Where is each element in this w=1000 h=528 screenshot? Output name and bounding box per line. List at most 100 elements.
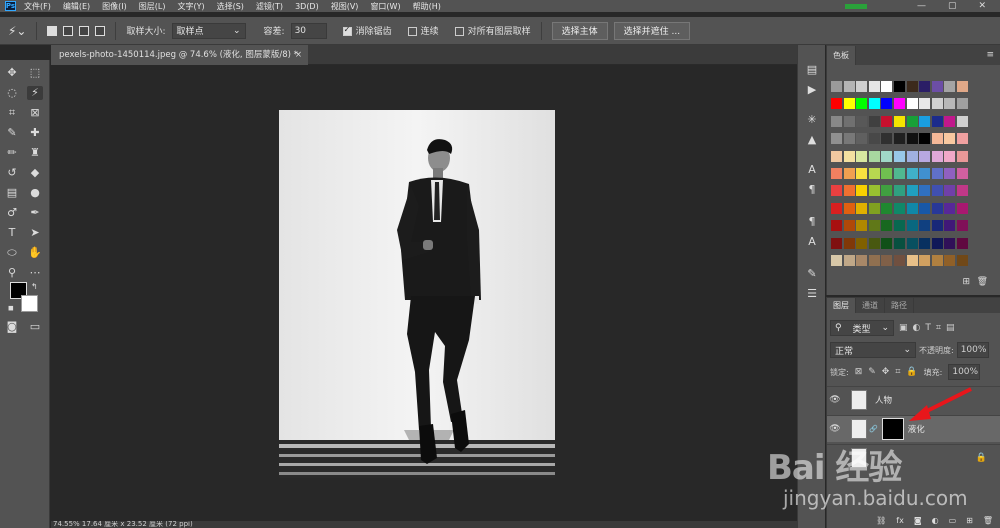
lasso-tool-icon[interactable]: ◌ bbox=[4, 86, 20, 100]
color-swatch[interactable] bbox=[831, 202, 842, 214]
color-swatch[interactable] bbox=[931, 185, 943, 197]
color-swatch[interactable] bbox=[957, 220, 968, 232]
color-swatch[interactable] bbox=[868, 115, 880, 127]
brush-tool-icon[interactable]: ✏ bbox=[4, 146, 20, 160]
color-swatch[interactable] bbox=[856, 98, 868, 110]
lock-position-icon[interactable]: ✥ bbox=[882, 367, 890, 377]
color-swatch[interactable] bbox=[894, 185, 905, 197]
color-swatch[interactable] bbox=[957, 98, 968, 110]
blend-mode-select[interactable]: 正常 ⌄ bbox=[830, 342, 916, 358]
color-swatch[interactable] bbox=[881, 81, 893, 92]
history-brush-icon[interactable]: ↺ bbox=[4, 166, 20, 180]
character-style-icon[interactable]: A bbox=[804, 235, 820, 249]
paragraph-style-icon[interactable]: ¶ bbox=[804, 215, 820, 229]
color-swatch[interactable] bbox=[881, 185, 893, 197]
sample-size-select[interactable]: 取样点 ⌄ bbox=[171, 22, 246, 39]
color-swatch[interactable] bbox=[919, 237, 931, 249]
filter-smart-icon[interactable]: ▤ bbox=[946, 323, 955, 333]
color-swatch[interactable] bbox=[957, 255, 968, 266]
close-tab-icon[interactable]: × bbox=[295, 45, 302, 65]
color-swatch[interactable] bbox=[856, 115, 868, 127]
color-swatch[interactable] bbox=[843, 220, 855, 232]
eye-icon[interactable]: 👁 bbox=[827, 395, 843, 405]
color-swatch[interactable] bbox=[894, 81, 905, 92]
color-swatch[interactable] bbox=[944, 220, 956, 232]
zoom-tool-icon[interactable]: ⚲ bbox=[4, 266, 20, 280]
color-swatch[interactable] bbox=[831, 81, 842, 92]
minimize-button[interactable]: — bbox=[917, 1, 926, 11]
eraser-tool-icon[interactable]: ◆ bbox=[27, 166, 43, 180]
color-swatch[interactable] bbox=[919, 255, 931, 266]
color-swatch[interactable] bbox=[843, 98, 855, 110]
blur-tool-icon[interactable]: ● bbox=[27, 186, 43, 200]
color-swatch[interactable] bbox=[843, 185, 855, 197]
color-swatch[interactable] bbox=[919, 220, 931, 232]
color-swatch[interactable] bbox=[894, 115, 905, 127]
color-swatch[interactable] bbox=[868, 150, 880, 162]
color-swatch[interactable] bbox=[894, 168, 905, 179]
color-swatch[interactable] bbox=[894, 237, 905, 249]
color-swatch[interactable] bbox=[944, 202, 956, 214]
marquee-tool-icon[interactable]: ⬚ bbox=[27, 66, 43, 80]
color-swatch[interactable] bbox=[906, 168, 918, 179]
delete-swatch-icon[interactable]: 🗑 bbox=[977, 277, 988, 287]
link-icon[interactable]: 🔗 bbox=[869, 425, 878, 433]
color-swatch[interactable] bbox=[881, 168, 893, 179]
all-layers-checkbox[interactable] bbox=[454, 27, 464, 36]
path-select-icon[interactable]: ➤ bbox=[27, 226, 43, 240]
subtract-selection-icon[interactable] bbox=[79, 25, 90, 36]
character-panel-icon[interactable]: A bbox=[804, 163, 820, 177]
levels-icon[interactable]: ▲ bbox=[804, 133, 820, 147]
color-swatch[interactable] bbox=[957, 115, 968, 127]
color-swatch[interactable] bbox=[944, 81, 956, 92]
color-swatch[interactable] bbox=[856, 150, 868, 162]
color-swatch[interactable] bbox=[957, 185, 968, 197]
color-swatch[interactable] bbox=[931, 202, 943, 214]
frame-tool-icon[interactable]: ⊠ bbox=[27, 106, 43, 120]
color-swatch[interactable] bbox=[843, 168, 855, 179]
menu-select[interactable]: 选择(S) bbox=[217, 1, 244, 12]
color-swatch[interactable] bbox=[868, 133, 880, 145]
color-swatch[interactable] bbox=[919, 185, 931, 197]
color-swatch[interactable] bbox=[843, 81, 855, 92]
color-swatch[interactable] bbox=[906, 133, 918, 145]
color-swatch[interactable] bbox=[831, 185, 842, 197]
color-swatch[interactable] bbox=[919, 115, 931, 127]
color-swatch[interactable] bbox=[931, 220, 943, 232]
color-swatch[interactable] bbox=[931, 133, 943, 145]
menu-help[interactable]: 帮助(H) bbox=[413, 1, 441, 12]
color-swatch[interactable] bbox=[919, 150, 931, 162]
add-selection-icon[interactable] bbox=[63, 25, 74, 36]
color-swatch[interactable] bbox=[843, 237, 855, 249]
history-panel-icon[interactable]: ▤ bbox=[804, 63, 820, 77]
dodge-tool-icon[interactable]: ♂ bbox=[4, 206, 20, 220]
color-swatch[interactable] bbox=[868, 168, 880, 179]
brush-settings-icon[interactable]: ✎ bbox=[804, 267, 820, 281]
eye-icon[interactable]: 👁 bbox=[827, 424, 843, 434]
filter-shape-icon[interactable]: ⌗ bbox=[936, 323, 941, 333]
screen-mode-icon[interactable]: ▭ bbox=[27, 320, 43, 334]
color-swatch[interactable] bbox=[931, 81, 943, 92]
color-swatch[interactable] bbox=[831, 237, 842, 249]
color-swatch[interactable] bbox=[881, 237, 893, 249]
opacity-input[interactable]: 100% bbox=[956, 342, 989, 358]
color-swatch[interactable] bbox=[831, 168, 842, 179]
color-swatch[interactable] bbox=[843, 202, 855, 214]
fill-input[interactable]: 100% bbox=[948, 364, 981, 380]
color-swatch[interactable] bbox=[957, 168, 968, 179]
shape-tool-icon[interactable]: ⬭ bbox=[4, 246, 20, 260]
lock-all-icon[interactable]: 🔒 bbox=[906, 367, 917, 377]
color-swatch[interactable] bbox=[906, 202, 918, 214]
color-swatch[interactable] bbox=[831, 150, 842, 162]
color-swatch[interactable] bbox=[919, 202, 931, 214]
default-colors-icon[interactable]: ◼ bbox=[8, 304, 14, 312]
color-swatch[interactable] bbox=[906, 150, 918, 162]
quick-mask-icon[interactable]: ◙ bbox=[4, 320, 20, 334]
color-swatch[interactable] bbox=[868, 202, 880, 214]
color-swatch[interactable] bbox=[944, 185, 956, 197]
color-swatch[interactable] bbox=[843, 133, 855, 145]
color-swatch[interactable] bbox=[881, 115, 893, 127]
color-swatch[interactable] bbox=[906, 115, 918, 127]
intersect-selection-icon[interactable] bbox=[95, 25, 106, 36]
color-swatch[interactable] bbox=[906, 98, 918, 110]
